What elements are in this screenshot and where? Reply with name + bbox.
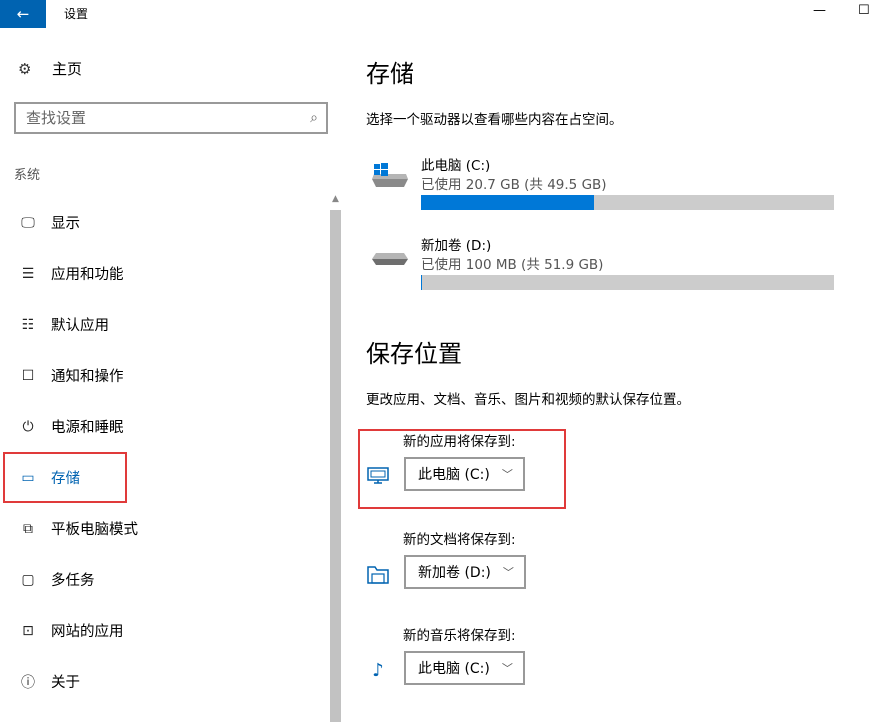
gear-icon: ⚙ (18, 59, 32, 78)
sidebar-home-label: 主页 (52, 60, 83, 78)
default-apps-icon: ☷ (21, 316, 35, 333)
chevron-down-icon: ﹀ (501, 662, 513, 675)
save-locations-description: 更改应用、文档、音乐、图片和视频的默认保存位置。 (366, 392, 690, 408)
sidebar-item-multitasking[interactable]: ▢ 多任务 (0, 554, 330, 605)
tablet-mode-icon: ⧉ (23, 520, 33, 537)
minimize-button[interactable]: — (813, 3, 826, 18)
sidebar-item-notifications[interactable]: ☐ 通知和操作 (0, 350, 330, 401)
window-title: 设置 (64, 7, 89, 21)
sidebar-home[interactable]: ⚙ 主页 (18, 58, 82, 79)
storage-description: 选择一个驱动器以查看哪些内容在占空间。 (366, 112, 623, 128)
save-documents-label: 新的文档将保存到: (403, 532, 516, 548)
drive-name: 新加卷 (D:) (421, 238, 492, 254)
sidebar-item-power-sleep[interactable]: ⏻ 电源和睡眠 (0, 401, 330, 452)
drive-d[interactable]: 新加卷 (D:) 已使用 100 MB (共 51.9 GB) (370, 234, 840, 294)
sidebar-item-label: 应用和功能 (51, 267, 124, 283)
sidebar-item-label: 电源和睡眠 (51, 420, 124, 436)
notification-icon: ☐ (21, 367, 35, 384)
drive-usage-bar (421, 275, 834, 290)
sidebar-item-display[interactable]: 🖵 显示 (0, 197, 330, 248)
drive-usage: 已使用 100 MB (共 51.9 GB) (421, 257, 604, 273)
folder-icon (366, 562, 390, 586)
windows-drive-icon (372, 163, 408, 187)
multitask-icon: ▢ (21, 571, 35, 588)
sidebar-item-label: 显示 (51, 216, 80, 232)
sidebar-item-tablet-mode[interactable]: ⧉ 平板电脑模式 (0, 503, 330, 554)
page-title: 存储 (366, 60, 414, 88)
back-arrow-icon: ← (16, 5, 30, 23)
sidebar-item-label: 通知和操作 (51, 369, 124, 385)
sidebar-item-label: 平板电脑模式 (51, 522, 138, 538)
sidebar-item-web-apps[interactable]: ⊡ 网站的应用 (0, 605, 330, 656)
save-music-dropdown[interactable]: 此电脑 (C:) ﹀ (404, 651, 525, 685)
save-apps-highlight-box (358, 429, 566, 509)
save-documents-dropdown[interactable]: 新加卷 (D:) ﹀ (404, 555, 526, 589)
dropdown-value: 此电脑 (C:) (418, 661, 490, 677)
drive-icon (372, 253, 408, 265)
drive-name: 此电脑 (C:) (421, 158, 491, 174)
web-apps-icon: ⊡ (22, 622, 34, 639)
main-content: 存储 选择一个驱动器以查看哪些内容在占空间。 此电脑 (C:) 已使用 20.7… (342, 32, 877, 706)
dropdown-value: 新加卷 (D:) (418, 565, 491, 581)
sidebar: ⚙ 主页 ⌕ 系统 🖵 显示 ☰ 应用和功能 ☷ 默认应用 ☐ 通知和操作 ⏻ … (0, 32, 342, 722)
back-button[interactable]: ← (0, 0, 46, 28)
scrollbar-thumb[interactable] (330, 210, 341, 722)
sidebar-item-apps-features[interactable]: ☰ 应用和功能 (0, 248, 330, 299)
title-bar: ← 设置 — ☐ (0, 0, 877, 32)
info-icon: ⓘ (21, 674, 35, 691)
drive-usage-fill (421, 195, 594, 210)
save-documents-group: 新的文档将保存到: 新加卷 (D:) ﹀ (366, 528, 666, 598)
apps-list-icon: ☰ (21, 265, 35, 282)
search-input[interactable] (26, 109, 286, 127)
drive-c[interactable]: 此电脑 (C:) 已使用 20.7 GB (共 49.5 GB) (370, 154, 840, 214)
music-note-icon: ♪ (372, 659, 384, 681)
scroll-up-icon[interactable]: ▲ (329, 194, 342, 208)
storage-highlight-box (3, 452, 127, 503)
save-locations-title: 保存位置 (366, 340, 462, 368)
power-icon: ⏻ (22, 418, 34, 435)
sidebar-item-label: 默认应用 (51, 318, 109, 334)
sidebar-item-label: 网站的应用 (51, 624, 124, 640)
sidebar-item-default-apps[interactable]: ☷ 默认应用 (0, 299, 330, 350)
sidebar-item-label: 多任务 (51, 573, 95, 589)
monitor-icon: 🖵 (21, 214, 35, 231)
drive-usage: 已使用 20.7 GB (共 49.5 GB) (421, 177, 607, 193)
search-icon[interactable]: ⌕ (310, 110, 318, 126)
section-label: 系统 (14, 168, 41, 183)
search-box[interactable]: ⌕ (14, 102, 328, 134)
drive-usage-bar (421, 195, 834, 210)
sidebar-scrollbar[interactable]: ▲ (329, 194, 342, 724)
sidebar-item-label: 关于 (51, 675, 80, 691)
save-music-label: 新的音乐将保存到: (403, 628, 516, 644)
sidebar-item-about[interactable]: ⓘ 关于 (0, 656, 330, 707)
drive-usage-fill (421, 275, 422, 290)
maximize-button[interactable]: ☐ (858, 3, 870, 18)
chevron-down-icon: ﹀ (502, 566, 514, 579)
save-music-group: 新的音乐将保存到: ♪ 此电脑 (C:) ﹀ (366, 624, 666, 694)
